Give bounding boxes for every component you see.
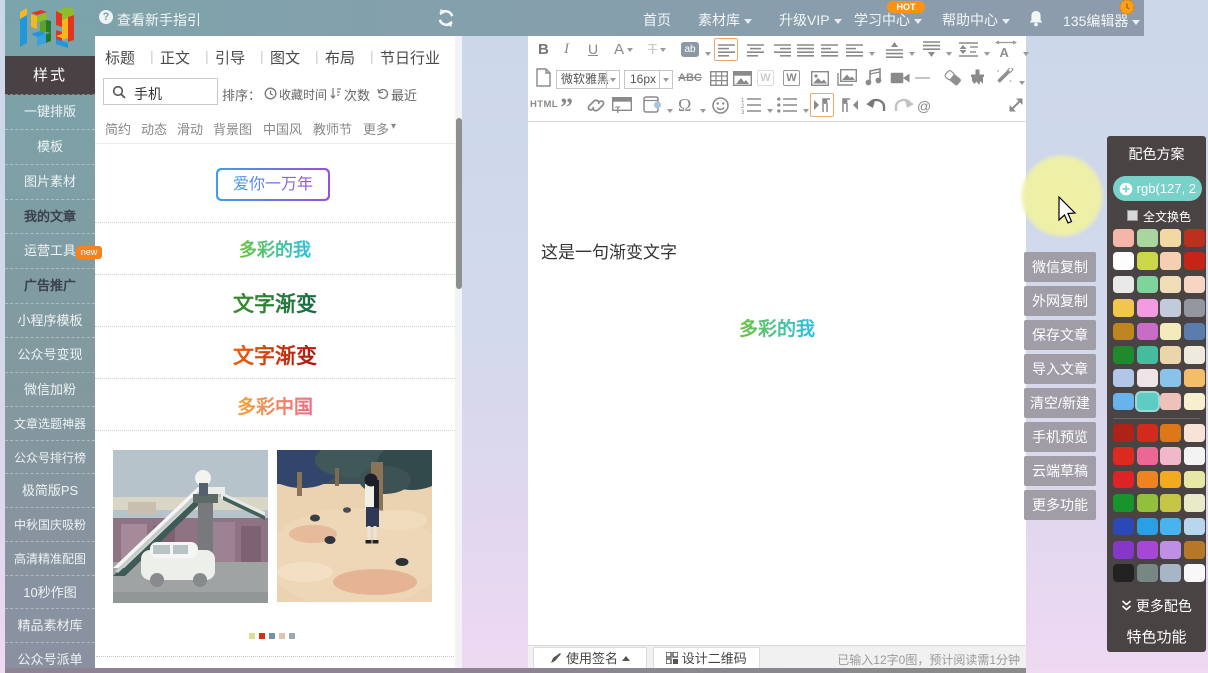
- svg-text:3: 3: [741, 110, 745, 114]
- svg-text:T: T: [615, 105, 621, 114]
- svg-text:A: A: [1000, 45, 1010, 58]
